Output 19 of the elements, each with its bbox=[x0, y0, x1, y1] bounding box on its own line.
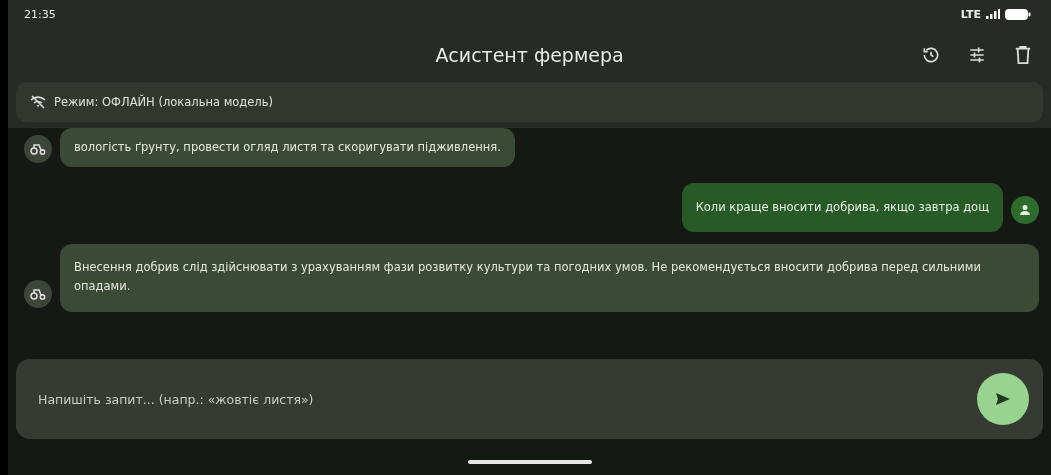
user-message: Коли краще вносити добрива, якщо завтра дощ bbox=[681, 183, 1003, 232]
user-avatar bbox=[1011, 196, 1039, 224]
network-type: LTE bbox=[960, 7, 981, 21]
mode-text: Режим: ОФЛАЙН (локальна модель) bbox=[54, 95, 273, 109]
bot-message: вологість ґрунту, провести огляд листя та скоригувати підживлення. bbox=[60, 128, 515, 167]
bot-avatar bbox=[24, 135, 52, 163]
history-icon bbox=[921, 45, 941, 65]
send-button[interactable] bbox=[977, 373, 1029, 425]
sliders-icon bbox=[967, 45, 987, 65]
bot-message: Внесення добрив слід здійснювати з урахуванням фази розвитку культури та погодних умов. Не рекомендується вносити добрива перед сильними опадами. bbox=[60, 244, 1039, 312]
app-title: Асистент фермера bbox=[435, 44, 624, 66]
wifi-off-icon bbox=[30, 95, 46, 109]
signal-icon bbox=[986, 9, 1000, 19]
trash-icon bbox=[1014, 45, 1032, 65]
message-input[interactable]: Напишіть запит... (напр.: «жовтіє листя») bbox=[36, 390, 977, 408]
status-time: 21:35 bbox=[24, 7, 56, 21]
battery-icon bbox=[1005, 8, 1031, 20]
bot-avatar bbox=[24, 280, 52, 308]
send-icon bbox=[995, 392, 1011, 406]
